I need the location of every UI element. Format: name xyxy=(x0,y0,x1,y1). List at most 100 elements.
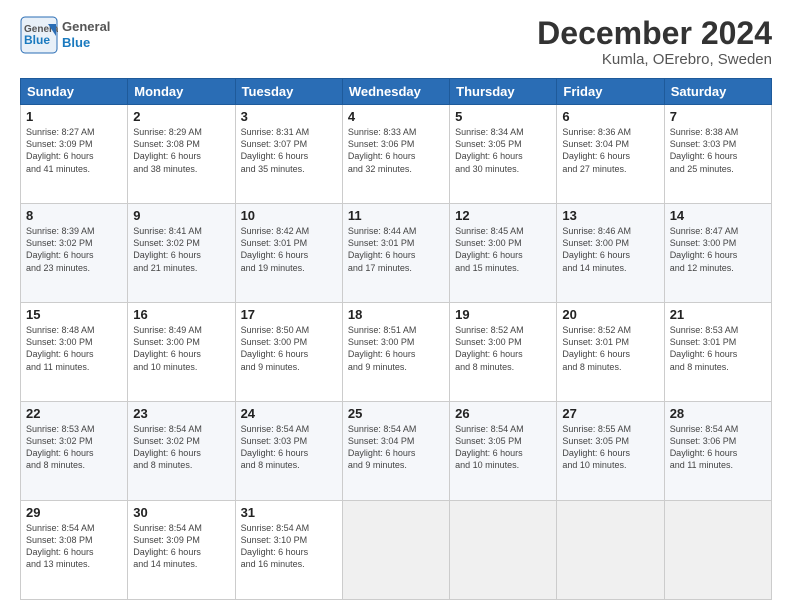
day-cell xyxy=(342,501,449,600)
day-detail: Sunrise: 8:54 AMSunset: 3:02 PMDaylight:… xyxy=(133,423,229,472)
day-detail: Sunrise: 8:55 AMSunset: 3:05 PMDaylight:… xyxy=(562,423,658,472)
day-detail: Sunrise: 8:31 AMSunset: 3:07 PMDaylight:… xyxy=(241,126,337,175)
day-number: 26 xyxy=(455,406,551,421)
day-number: 31 xyxy=(241,505,337,520)
day-cell xyxy=(557,501,664,600)
day-detail: Sunrise: 8:33 AMSunset: 3:06 PMDaylight:… xyxy=(348,126,444,175)
day-cell: 31Sunrise: 8:54 AMSunset: 3:10 PMDayligh… xyxy=(235,501,342,600)
day-number: 5 xyxy=(455,109,551,124)
day-number: 24 xyxy=(241,406,337,421)
day-detail: Sunrise: 8:52 AMSunset: 3:01 PMDaylight:… xyxy=(562,324,658,373)
page-header: General Blue General Blue December 2024 … xyxy=(20,16,772,68)
day-number: 19 xyxy=(455,307,551,322)
day-detail: Sunrise: 8:48 AMSunset: 3:00 PMDaylight:… xyxy=(26,324,122,373)
day-number: 6 xyxy=(562,109,658,124)
day-cell: 2 Sunrise: 8:29 AMSunset: 3:08 PMDaylight… xyxy=(128,105,235,204)
day-cell: 17 Sunrise: 8:50 AMSunset: 3:00 PMDayligh… xyxy=(235,303,342,402)
day-number: 12 xyxy=(455,208,551,223)
logo-icon: General Blue xyxy=(20,16,58,54)
day-cell: 16Sunrise: 8:49 AMSunset: 3:00 PMDayligh… xyxy=(128,303,235,402)
day-cell: 20Sunrise: 8:52 AMSunset: 3:01 PMDayligh… xyxy=(557,303,664,402)
col-header-friday: Friday xyxy=(557,79,664,105)
col-header-wednesday: Wednesday xyxy=(342,79,449,105)
col-header-sunday: Sunday xyxy=(21,79,128,105)
day-number: 29 xyxy=(26,505,122,520)
day-detail: Sunrise: 8:53 AMSunset: 3:01 PMDaylight:… xyxy=(670,324,766,373)
day-cell: 21 Sunrise: 8:53 AMSunset: 3:01 PMDayligh… xyxy=(664,303,771,402)
day-cell: 11 Sunrise: 8:44 AMSunset: 3:01 PMDayligh… xyxy=(342,204,449,303)
day-detail: Sunrise: 8:54 AMSunset: 3:05 PMDaylight:… xyxy=(455,423,551,472)
day-detail: Sunrise: 8:49 AMSunset: 3:00 PMDaylight:… xyxy=(133,324,229,373)
day-number: 18 xyxy=(348,307,444,322)
day-cell: 9 Sunrise: 8:41 AMSunset: 3:02 PMDaylight… xyxy=(128,204,235,303)
week-row-5: 29 Sunrise: 8:54 AMSunset: 3:08 PMDayligh… xyxy=(21,501,772,600)
day-cell: 1Sunrise: 8:27 AMSunset: 3:09 PMDaylight… xyxy=(21,105,128,204)
day-cell: 3 Sunrise: 8:31 AMSunset: 3:07 PMDaylight… xyxy=(235,105,342,204)
day-detail: Sunrise: 8:54 AMSunset: 3:06 PMDaylight:… xyxy=(670,423,766,472)
day-number: 3 xyxy=(241,109,337,124)
week-row-1: 1Sunrise: 8:27 AMSunset: 3:09 PMDaylight… xyxy=(21,105,772,204)
day-cell: 29 Sunrise: 8:54 AMSunset: 3:08 PMDayligh… xyxy=(21,501,128,600)
title-block: December 2024 Kumla, OErebro, Sweden xyxy=(537,16,772,68)
day-number: 22 xyxy=(26,406,122,421)
day-number: 23 xyxy=(133,406,229,421)
day-cell: 6 Sunrise: 8:36 AMSunset: 3:04 PMDaylight… xyxy=(557,105,664,204)
day-detail: Sunrise: 8:53 AMSunset: 3:02 PMDaylight:… xyxy=(26,423,122,472)
day-detail: Sunrise: 8:54 AMSunset: 3:08 PMDaylight:… xyxy=(26,522,122,571)
col-header-saturday: Saturday xyxy=(664,79,771,105)
day-detail: Sunrise: 8:27 AMSunset: 3:09 PMDaylight:… xyxy=(26,126,122,175)
day-number: 11 xyxy=(348,208,444,223)
day-number: 14 xyxy=(670,208,766,223)
day-cell: 23 Sunrise: 8:54 AMSunset: 3:02 PMDayligh… xyxy=(128,402,235,501)
day-number: 7 xyxy=(670,109,766,124)
month-title: December 2024 xyxy=(537,16,772,51)
location-title: Kumla, OErebro, Sweden xyxy=(537,51,772,68)
day-cell xyxy=(450,501,557,600)
day-detail: Sunrise: 8:52 AMSunset: 3:00 PMDaylight:… xyxy=(455,324,551,373)
day-detail: Sunrise: 8:34 AMSunset: 3:05 PMDaylight:… xyxy=(455,126,551,175)
day-cell: 13 Sunrise: 8:46 AMSunset: 3:00 PMDayligh… xyxy=(557,204,664,303)
day-detail: Sunrise: 8:44 AMSunset: 3:01 PMDaylight:… xyxy=(348,225,444,274)
col-header-tuesday: Tuesday xyxy=(235,79,342,105)
day-number: 21 xyxy=(670,307,766,322)
day-number: 27 xyxy=(562,406,658,421)
week-row-4: 22 Sunrise: 8:53 AMSunset: 3:02 PMDayligh… xyxy=(21,402,772,501)
logo: General Blue General Blue xyxy=(20,16,110,54)
day-detail: Sunrise: 8:46 AMSunset: 3:00 PMDaylight:… xyxy=(562,225,658,274)
day-cell: 19 Sunrise: 8:52 AMSunset: 3:00 PMDayligh… xyxy=(450,303,557,402)
week-row-2: 8Sunrise: 8:39 AMSunset: 3:02 PMDaylight… xyxy=(21,204,772,303)
day-number: 9 xyxy=(133,208,229,223)
day-number: 4 xyxy=(348,109,444,124)
week-row-3: 15Sunrise: 8:48 AMSunset: 3:00 PMDayligh… xyxy=(21,303,772,402)
day-number: 17 xyxy=(241,307,337,322)
day-cell: 25 Sunrise: 8:54 AMSunset: 3:04 PMDayligh… xyxy=(342,402,449,501)
day-cell: 15Sunrise: 8:48 AMSunset: 3:00 PMDayligh… xyxy=(21,303,128,402)
day-cell: 14 Sunrise: 8:47 AMSunset: 3:00 PMDayligh… xyxy=(664,204,771,303)
day-cell: 4 Sunrise: 8:33 AMSunset: 3:06 PMDaylight… xyxy=(342,105,449,204)
day-number: 8 xyxy=(26,208,122,223)
col-header-monday: Monday xyxy=(128,79,235,105)
day-detail: Sunrise: 8:51 AMSunset: 3:00 PMDaylight:… xyxy=(348,324,444,373)
calendar-table: SundayMondayTuesdayWednesdayThursdayFrid… xyxy=(20,78,772,600)
day-detail: Sunrise: 8:47 AMSunset: 3:00 PMDaylight:… xyxy=(670,225,766,274)
day-detail: Sunrise: 8:29 AMSunset: 3:08 PMDaylight:… xyxy=(133,126,229,175)
day-cell: 10Sunrise: 8:42 AMSunset: 3:01 PMDayligh… xyxy=(235,204,342,303)
day-cell: 5 Sunrise: 8:34 AMSunset: 3:05 PMDaylight… xyxy=(450,105,557,204)
svg-text:Blue: Blue xyxy=(24,33,50,47)
day-cell: 28Sunrise: 8:54 AMSunset: 3:06 PMDayligh… xyxy=(664,402,771,501)
day-detail: Sunrise: 8:54 AMSunset: 3:03 PMDaylight:… xyxy=(241,423,337,472)
day-number: 2 xyxy=(133,109,229,124)
day-cell xyxy=(664,501,771,600)
day-detail: Sunrise: 8:41 AMSunset: 3:02 PMDaylight:… xyxy=(133,225,229,274)
day-number: 30 xyxy=(133,505,229,520)
day-detail: Sunrise: 8:50 AMSunset: 3:00 PMDaylight:… xyxy=(241,324,337,373)
day-cell: 30Sunrise: 8:54 AMSunset: 3:09 PMDayligh… xyxy=(128,501,235,600)
day-cell: 26 Sunrise: 8:54 AMSunset: 3:05 PMDayligh… xyxy=(450,402,557,501)
day-number: 25 xyxy=(348,406,444,421)
day-cell: 7Sunrise: 8:38 AMSunset: 3:03 PMDaylight… xyxy=(664,105,771,204)
day-detail: Sunrise: 8:54 AMSunset: 3:04 PMDaylight:… xyxy=(348,423,444,472)
day-cell: 8Sunrise: 8:39 AMSunset: 3:02 PMDaylight… xyxy=(21,204,128,303)
col-header-thursday: Thursday xyxy=(450,79,557,105)
day-detail: Sunrise: 8:36 AMSunset: 3:04 PMDaylight:… xyxy=(562,126,658,175)
day-number: 13 xyxy=(562,208,658,223)
